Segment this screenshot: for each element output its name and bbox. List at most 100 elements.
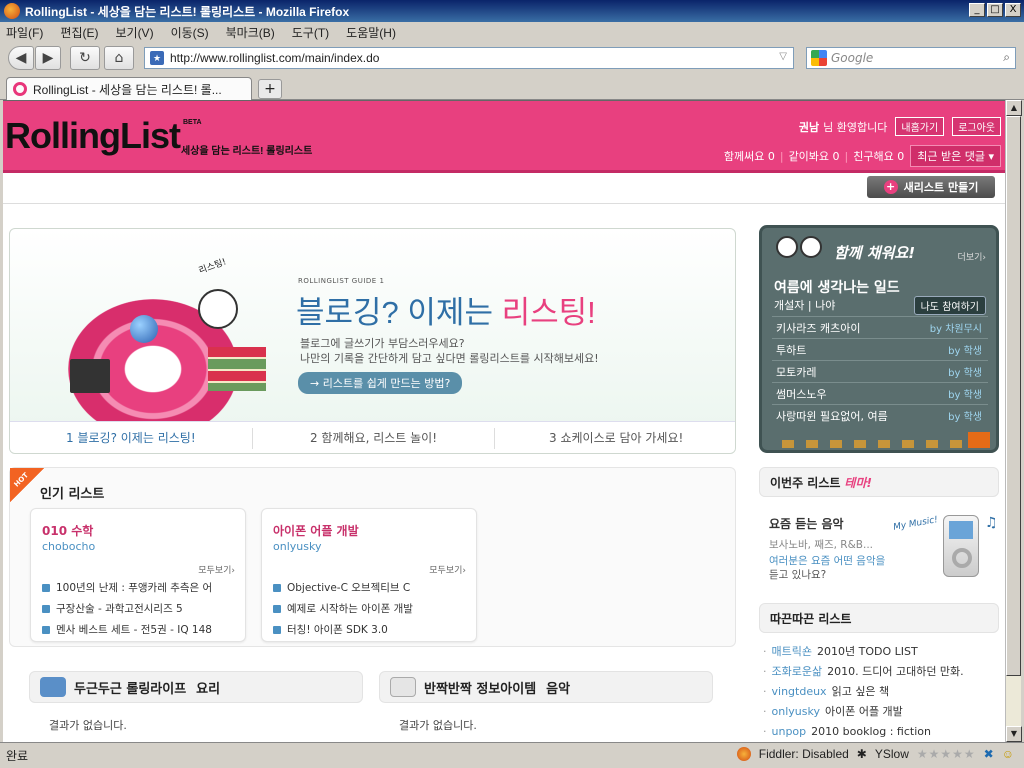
fiddler-status[interactable]: Fiddler: Disabled — [759, 747, 849, 761]
item-user[interactable]: 조화로운삶 — [772, 663, 823, 679]
item-user[interactable]: onlyusky — [772, 705, 820, 718]
banner-tab-2[interactable]: 2 함께해요, 리스트 놀이! — [253, 428, 496, 449]
menu-bookmarks[interactable]: 북마크(B) — [226, 24, 275, 41]
item-title: 썸머스노우 — [776, 387, 827, 401]
list-item[interactable]: · 매트릭숀 2010년 TODO LIST — [763, 641, 1003, 661]
list-item[interactable]: 키사라즈 캐츠아이 by 차원무시 — [772, 316, 988, 338]
menu-tools[interactable]: 도구(T) — [292, 24, 329, 41]
banner-tab-1[interactable]: 1 블로깅? 이제는 리스팅! — [10, 428, 253, 449]
owner-name[interactable]: 나야 — [815, 299, 835, 312]
minimize-button[interactable]: _ — [969, 3, 985, 17]
stat-friends[interactable]: 친구해요 0 — [853, 148, 904, 164]
item-title[interactable]: 읽고 싶은 책 — [832, 683, 890, 699]
list-item[interactable]: · 조화로운삶 2010. 드디어 고대하던 만화. — [763, 661, 1003, 681]
scroll-down-button[interactable]: ▼ — [1006, 726, 1022, 742]
menu-help[interactable]: 도움말(H) — [346, 24, 396, 41]
view-all-link[interactable]: 모두보기› — [429, 563, 466, 576]
item-user[interactable]: unpop — [772, 725, 807, 738]
list-item[interactable]: 100년의 난제 : 푸앵카레 추측은 어 — [42, 577, 242, 598]
hot-badge: HOT — [10, 468, 44, 502]
navigation-toolbar: ◀ ▶ ↻ ⌂ ★ http://www.rollinglist.com/mai… — [0, 42, 1024, 74]
menu-go[interactable]: 이동(S) — [171, 24, 209, 41]
section-rolling-life: 두근두근 롤링라이프 요리 — [29, 671, 363, 703]
tab-rollinglist[interactable]: RollingList - 세상을 담는 리스트! 롤... — [6, 77, 252, 100]
scroll-thumb[interactable] — [1006, 116, 1021, 676]
separator: | — [779, 149, 784, 163]
list-item[interactable]: 멘사 베스트 세트 - 전5권 - IQ 148 — [42, 619, 242, 640]
list-item[interactable]: 구장산술 - 과학고전시리즈 5 — [42, 598, 242, 619]
list-item[interactable]: · unpop 2010 booklog : fiction — [763, 721, 1003, 741]
search-bar[interactable]: Google ⌕ — [806, 47, 1016, 69]
menu-file[interactable]: 파일(F) — [6, 24, 43, 41]
stat-write-together[interactable]: 함께써요 0 — [724, 148, 775, 164]
stat-view-together[interactable]: 같이봐요 0 — [789, 148, 840, 164]
card-user[interactable]: onlyusky — [273, 540, 321, 553]
site-logo[interactable]: RollingList BETA 세상을 담는 리스트! 롤링리스트 — [5, 115, 312, 157]
list-item[interactable]: 썸머스노우 by 학생 — [772, 382, 988, 404]
view-all-link[interactable]: 모두보기› — [198, 563, 235, 576]
address-bar[interactable]: ★ http://www.rollinglist.com/main/index.… — [144, 47, 794, 69]
reload-button[interactable]: ↻ — [70, 46, 100, 70]
how-to-button[interactable]: → 리스트를 쉽게 만드는 방법? — [298, 372, 463, 394]
user-bar: 권남 님 환영합니다 내홈가기 로그아웃 — [799, 117, 1001, 136]
forward-button[interactable]: ▶ — [35, 46, 61, 70]
maximize-button[interactable]: □ — [987, 3, 1003, 17]
list-item[interactable]: · vingtdeux 읽고 싶은 책 — [763, 681, 1003, 701]
banner-illustration: 리스팅! — [58, 257, 266, 439]
banner-desc-2: 나만의 기록을 간단하게 담고 싶다면 롤링리스트를 시작해보세요! — [300, 352, 599, 365]
item-title[interactable]: 2010년 TODO LIST — [817, 643, 918, 659]
list-item-text: 구장산술 - 과학고전시리즈 5 — [56, 603, 183, 615]
home-button[interactable]: ⌂ — [104, 46, 134, 70]
back-button[interactable]: ◀ — [8, 46, 34, 70]
menu-edit[interactable]: 편집(E) — [60, 24, 98, 41]
item-user[interactable]: 매트릭숀 — [772, 643, 812, 659]
item-title[interactable]: 2010. 드디어 고대하던 만화. — [827, 663, 964, 679]
list-item[interactable]: Objective-C 오브젝티브 C — [273, 577, 473, 598]
card-title[interactable]: 010 수학 — [42, 522, 93, 539]
firefox-icon — [4, 3, 20, 19]
list-item[interactable]: 터칭! 아이폰 SDK 3.0 — [273, 619, 473, 640]
owner-label: 개설자 — [774, 299, 805, 312]
history-dropdown-icon[interactable]: ▽ — [779, 51, 787, 62]
more-link[interactable]: 더보기› — [958, 250, 986, 263]
card-user[interactable]: chobocho — [42, 540, 95, 553]
addon-icon[interactable]: ✖ — [984, 747, 994, 761]
yslow-status[interactable]: YSlow — [875, 747, 909, 761]
item-user[interactable]: vingtdeux — [772, 685, 827, 698]
google-icon[interactable] — [811, 50, 827, 66]
username[interactable]: 권남 — [799, 119, 819, 135]
menu-view[interactable]: 보기(V) — [115, 24, 153, 41]
list-item[interactable]: 모토카레 by 학생 — [772, 360, 988, 382]
item-title[interactable]: 2010 booklog : fiction — [811, 725, 931, 738]
back-arrow-icon: ◀ — [15, 50, 27, 66]
new-list-label: 새리스트 만들기 — [903, 181, 979, 194]
banner-tab-3[interactable]: 3 쇼케이스로 담아 가세요! — [495, 428, 735, 449]
item-title[interactable]: 아이폰 어플 개발 — [825, 703, 903, 719]
new-tab-button[interactable]: + — [258, 79, 282, 99]
weekly-theme-header: 이번주 리스트 테마! — [759, 467, 999, 497]
list-item[interactable]: 투하트 by 학생 — [772, 338, 988, 360]
window-title: RollingList - 세상을 담는 리스트! 롤링리스트 - Mozill… — [25, 4, 350, 19]
join-button[interactable]: 나도 참여하기 — [913, 296, 986, 315]
smiley-icon[interactable]: ☺ — [1002, 747, 1014, 761]
search-icon[interactable]: ⌕ — [1003, 50, 1010, 65]
decorative-dots — [782, 440, 962, 448]
rating-stars-icon[interactable]: ★★★★★ — [917, 747, 976, 761]
list-item[interactable]: 사랑따윈 필요없어, 여름 by 학생 — [772, 404, 988, 426]
logout-button[interactable]: 로그아웃 — [952, 117, 1001, 136]
card-title[interactable]: 아이폰 어플 개발 — [273, 522, 359, 539]
recent-comments-dropdown[interactable]: 최근 받은 댓글 ▾ — [910, 145, 1001, 167]
vertical-scrollbar[interactable]: ▲ ▼ — [1005, 100, 1022, 742]
section-category[interactable]: 요리 — [196, 678, 220, 697]
section-info-items: 반짝반짝 정보아이템 음악 — [379, 671, 713, 703]
banner-tabs: 1 블로깅? 이제는 리스팅! 2 함께해요, 리스트 놀이! 3 쇼케이스로 … — [10, 421, 735, 453]
close-button[interactable]: X — [1005, 3, 1021, 17]
list-item[interactable]: 예제로 시작하는 아이폰 개발 — [273, 598, 473, 619]
section-category[interactable]: 음악 — [546, 678, 570, 697]
item-author: by 학생 — [948, 390, 982, 401]
scroll-up-button[interactable]: ▲ — [1006, 100, 1022, 116]
board-topic[interactable]: 여름에 생각나는 일드 — [774, 277, 900, 297]
mypage-button[interactable]: 내홈가기 — [895, 117, 945, 136]
list-item[interactable]: · onlyusky 아이폰 어플 개발 — [763, 701, 1003, 721]
new-list-button[interactable]: + 새리스트 만들기 — [867, 176, 995, 198]
